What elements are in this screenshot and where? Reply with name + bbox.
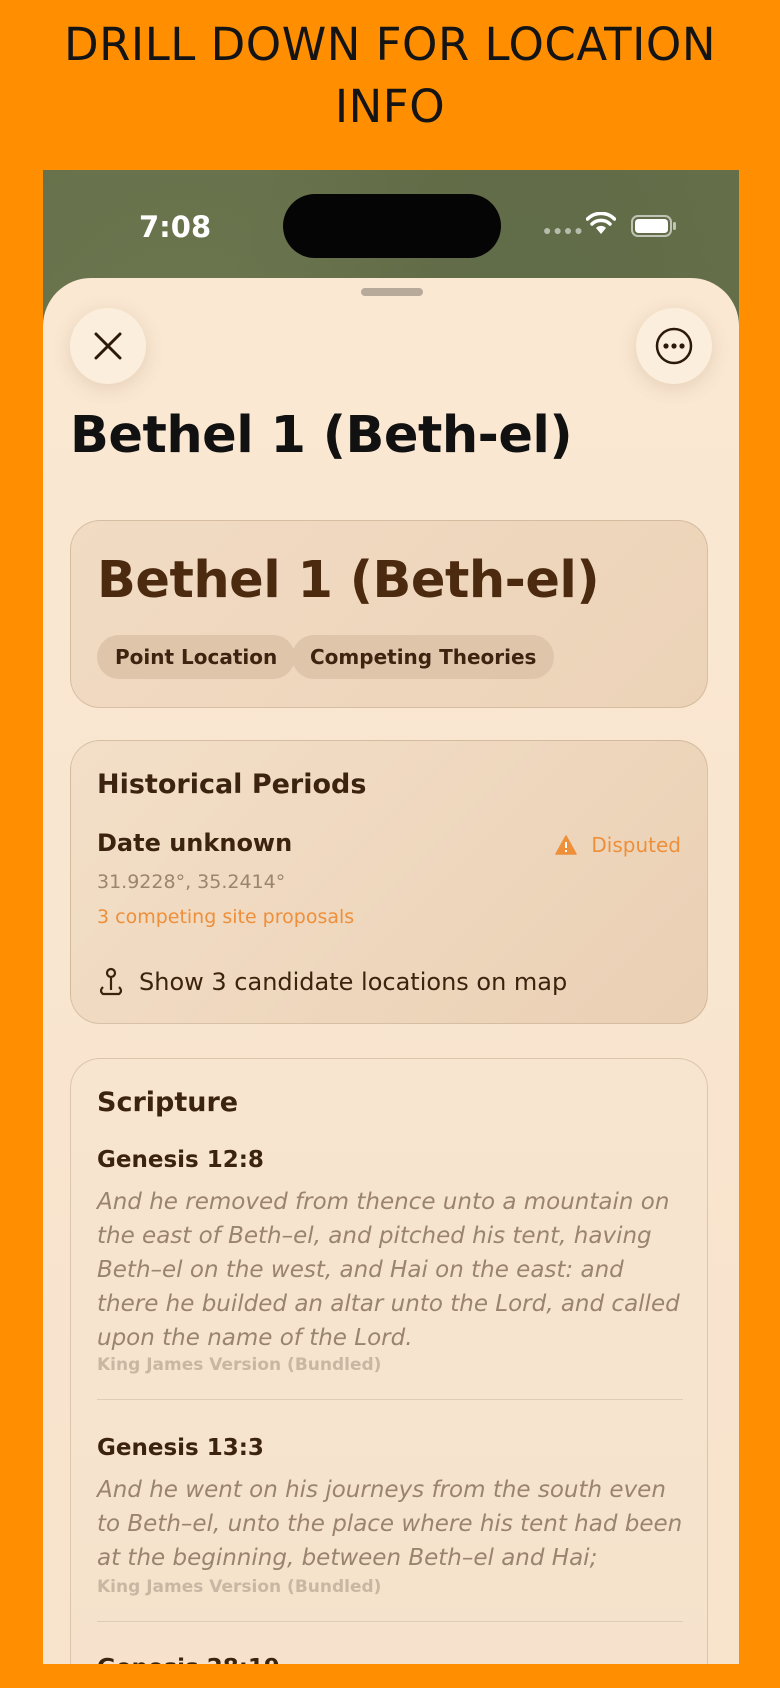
site-proposals-link[interactable]: 3 competing site proposals [97,906,354,928]
period-date: Date unknown [97,829,293,857]
chip-competing-theories: Competing Theories [292,635,555,679]
sheet-grabber[interactable] [361,288,423,296]
coordinates-text: 31.9228°, 35.2414° [97,871,286,893]
verse-text: And he went on his journeys from the sou… [97,1477,683,1571]
banner-line-1: DRILL DOWN FOR LOCATION [64,18,716,71]
banner-line-2: INFO [334,80,446,133]
chip-point-location: Point Location [97,635,296,679]
promo-banner: DRILL DOWN FOR LOCATION INFO [0,14,780,138]
ellipsis-icon [655,327,693,365]
verse-text: And he removed from thence unto a mounta… [97,1189,680,1351]
phone-screen: 7:08 ●●●● Bethel 1 (Beth-el) Bethel 1 (B… [43,170,739,1664]
more-options-button[interactable] [636,308,712,384]
location-name: Bethel 1 (Beth-el) [97,551,600,610]
status-time: 7:08 [139,210,212,244]
verse-version: King James Version (Bundled) [97,1577,382,1597]
verse-reference[interactable]: Genesis 12:8 [97,1147,264,1173]
verse-reference[interactable]: Genesis 28:19 [97,1655,280,1664]
dynamic-island [283,194,501,258]
location-header-card: Bethel 1 (Beth-el) Point Location Compet… [70,520,708,708]
disputed-badge: Disputed [555,833,681,857]
verse-divider [97,1399,683,1400]
disputed-label: Disputed [591,833,681,857]
verse-version: King James Version (Bundled) [97,1355,382,1375]
verse-reference[interactable]: Genesis 13:3 [97,1435,264,1461]
historical-periods-card: Historical Periods Date unknown Disputed… [70,740,708,1024]
scripture-card: Scripture Genesis 12:8 And he removed fr… [70,1058,708,1664]
signal-icon: ●●●● [543,222,585,238]
location-detail-sheet: Bethel 1 (Beth-el) Bethel 1 (Beth-el) Po… [43,278,739,1664]
page-title: Bethel 1 (Beth-el) [70,406,573,465]
wifi-icon [586,212,616,234]
map-pin-icon [99,967,123,996]
show-candidates-button[interactable]: Show 3 candidate locations on map [97,967,567,997]
scripture-title: Scripture [97,1087,239,1118]
battery-icon [631,215,676,237]
show-candidates-label: Show 3 candidate locations on map [139,968,568,996]
historical-periods-title: Historical Periods [97,769,367,800]
verse-divider [97,1621,683,1622]
close-button[interactable] [70,308,146,384]
status-bar: 7:08 ●●●● [43,170,739,280]
close-icon [94,332,122,360]
warning-icon [555,835,578,855]
